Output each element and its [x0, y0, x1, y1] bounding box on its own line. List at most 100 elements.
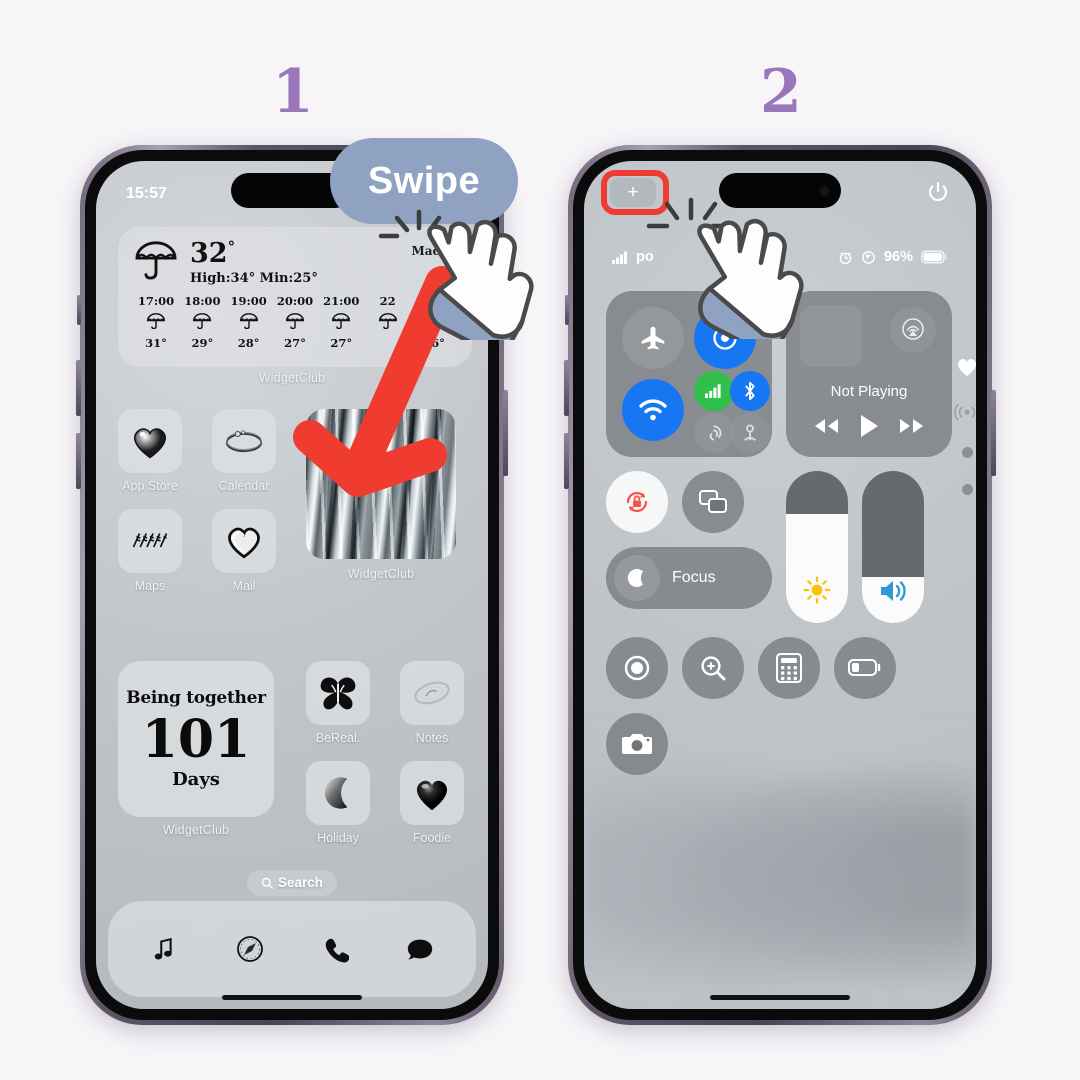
app-icon-holiday[interactable]: Holiday: [306, 761, 370, 845]
umbrella-icon: [135, 241, 177, 280]
arrows-icon: [118, 509, 182, 573]
rewind-icon[interactable]: [812, 416, 840, 436]
umbrella-icon: [146, 313, 166, 330]
app-icon-bereal[interactable]: BeReal.: [306, 661, 370, 745]
hearing-icon[interactable]: [954, 403, 976, 421]
weather-hour-temp: 26°: [423, 336, 445, 350]
phone-bezel-1: 15:57 32° High:34° Min:25° Macba 17:00 3…: [85, 150, 499, 1020]
now-playing-card: Not Playing: [786, 291, 952, 457]
search-button[interactable]: Search: [246, 870, 338, 896]
power-icon[interactable]: [926, 180, 950, 204]
battery-icon: [921, 250, 947, 264]
cellular-data-toggle[interactable]: [694, 371, 734, 411]
airplay-icon: [902, 318, 924, 340]
umbrella-icon: [424, 313, 444, 330]
hotspot-toggle[interactable]: [730, 413, 770, 453]
page-dot[interactable]: [961, 447, 973, 458]
rotation-lock-icon: [626, 491, 648, 513]
app-label: App Store: [122, 479, 178, 493]
weather-hour-temp: 31°: [145, 336, 167, 350]
cellular-bars-icon: [612, 251, 627, 264]
app-label: Maps: [134, 579, 166, 593]
silent-switch[interactable]: [565, 295, 569, 325]
low-power-icon: [848, 659, 881, 676]
rotation-lock-toggle[interactable]: [606, 471, 668, 533]
umbrella-icon: [285, 313, 305, 330]
silent-switch[interactable]: [77, 295, 81, 325]
umbrella-icon: [378, 313, 397, 330]
playback-controls: [786, 413, 952, 439]
speech-bubble-icon: [407, 939, 432, 960]
airdrop-toggle[interactable]: [694, 413, 734, 453]
status-right: 96%: [838, 249, 948, 265]
weather-hour-column: 18:00 29°: [180, 294, 224, 350]
volume-slider[interactable]: [862, 471, 924, 623]
focus-toggle[interactable]: Focus: [606, 547, 772, 609]
power-button[interactable]: [503, 390, 508, 476]
countdown-widget[interactable]: Being together 101 Days: [118, 661, 274, 817]
app-icon-maps[interactable]: Maps: [118, 509, 182, 593]
search-label: Search: [277, 875, 324, 890]
weather-hour-label: 19:00: [230, 294, 267, 308]
weather-hour-column: 23:00 26°: [412, 294, 456, 350]
dock-icon-safari[interactable]: [217, 917, 282, 981]
weather-widget[interactable]: 32° High:34° Min:25° Macba 17:00 31° 18:00…: [118, 227, 472, 367]
crescent-moon-icon: [306, 761, 370, 825]
app-icon-app-store[interactable]: App Store: [118, 409, 182, 493]
wifi-toggle[interactable]: [622, 379, 684, 441]
page-dot[interactable]: [961, 484, 973, 495]
volume-up-button[interactable]: [76, 360, 81, 416]
chrome-heart-icon: [118, 409, 182, 473]
cellular-data-icon: [705, 384, 721, 398]
airplane-mode-toggle[interactable]: [622, 307, 684, 369]
power-button[interactable]: [991, 390, 996, 476]
dock-icon-messages[interactable]: [387, 917, 452, 981]
volume-up-button[interactable]: [564, 360, 569, 416]
app-icon-widgetclub-large[interactable]: [306, 409, 456, 559]
weather-city: Macba: [411, 244, 456, 258]
step-number-1: 1: [272, 57, 314, 127]
volume-icon: [862, 577, 924, 605]
app-label: WidgetClub: [347, 567, 415, 581]
app-icon-mail[interactable]: Mail: [212, 509, 276, 593]
airplay-button[interactable]: [890, 307, 936, 353]
tutorial-canvas: 1 2 15:57 32° High:34° Min:25° Macba 17:…: [0, 0, 1080, 1080]
bluetooth-toggle[interactable]: [730, 371, 770, 411]
connectivity-card: [606, 291, 772, 457]
volume-down-button[interactable]: [564, 433, 569, 489]
magnifier-icon: [701, 656, 726, 681]
phone-handset-icon: [325, 938, 349, 963]
compass-icon: [236, 936, 263, 962]
volume-down-button[interactable]: [76, 433, 81, 489]
app-icon-calendar[interactable]: Calendar: [212, 409, 276, 493]
search-icon: [261, 877, 273, 889]
heart-icon[interactable]: [956, 357, 976, 377]
magnifier-button[interactable]: [682, 637, 744, 699]
fast-forward-icon[interactable]: [898, 416, 926, 436]
app-label: Calendar: [218, 479, 270, 493]
countdown-unit: Days: [172, 769, 220, 791]
app-label: Foodie: [412, 831, 452, 845]
black-heart-icon: [400, 761, 464, 825]
bluetooth-icon: [745, 381, 755, 401]
calculator-button[interactable]: [758, 637, 820, 699]
screen-mirroring-toggle[interactable]: [682, 471, 744, 533]
record-icon: [624, 655, 650, 681]
screen-record-button[interactable]: [606, 637, 668, 699]
play-icon[interactable]: [857, 413, 881, 439]
dock-icon-phone[interactable]: [302, 917, 367, 981]
weather-hourly-row: 17:00 31° 18:00 29° 19:00 28° 20:00 27° 21:00 27°…: [132, 294, 458, 350]
app-icon-notes[interactable]: Notes: [400, 661, 464, 745]
chrome-ring-icon: [212, 409, 276, 473]
carrier-label: po: [636, 249, 654, 265]
status-left: po: [612, 249, 654, 265]
app-label: Notes: [415, 731, 449, 745]
dock-icon-music[interactable]: [132, 917, 197, 981]
dock: [108, 901, 476, 997]
camera-button[interactable]: [606, 713, 668, 775]
focus-label: Focus: [672, 569, 716, 586]
cellular-toggle[interactable]: [694, 307, 756, 369]
low-power-mode-button[interactable]: [834, 637, 896, 699]
app-icon-foodie[interactable]: Foodie: [400, 761, 464, 845]
brightness-slider[interactable]: [786, 471, 848, 623]
